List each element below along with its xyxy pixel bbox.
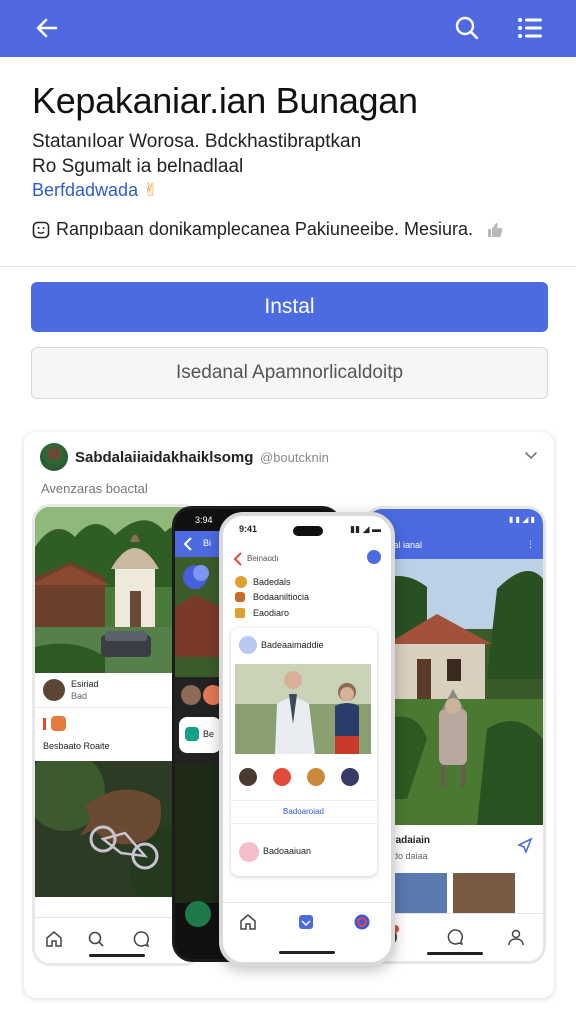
reaction-avatar[interactable] — [239, 768, 257, 786]
row-avatar — [43, 679, 65, 701]
card-user-handle: @boutcknin — [260, 450, 329, 465]
status-icons: ▮ ▮ ◢ ▮ — [508, 515, 535, 524]
list-item[interactable]: Eaodiaro — [253, 608, 289, 618]
post-photo — [235, 664, 371, 754]
status-time: 3:94 — [195, 515, 213, 525]
chat-icon[interactable] — [447, 928, 465, 946]
reaction-heart[interactable] — [273, 768, 291, 786]
menu-icon[interactable]: ⋮ — [526, 539, 535, 550]
install-button[interactable]: Instal — [31, 282, 548, 332]
list-icon-3 — [235, 608, 245, 618]
back-icon[interactable] — [181, 536, 195, 552]
reaction-avatar[interactable] — [307, 768, 325, 786]
row-chip: Be — [179, 717, 221, 753]
list-icon-2 — [235, 592, 245, 602]
smiley-icon — [32, 221, 50, 238]
chevron-down-icon[interactable] — [522, 446, 540, 464]
status-icons: ▮▮ ◢ ▬ — [350, 524, 381, 534]
back-icon[interactable] — [233, 552, 243, 566]
profile-icon[interactable] — [507, 928, 525, 946]
top-app-bar — [0, 0, 576, 57]
screenshot-center[interactable]: 9:41 ▮▮ ◢ ▬ Beinaodı Badedals Bodaanilti… — [219, 512, 395, 966]
secondary-button[interactable]: Isedanal Apamnorlicaldoitp — [31, 347, 548, 399]
reaction-bar-label: Badoaroiad — [283, 807, 324, 816]
chat-icon[interactable] — [133, 930, 151, 948]
leaf-fab[interactable] — [185, 901, 211, 927]
feature-text: Rапрıbaan donikamplecanea Pakiuneeibe. M… — [56, 219, 474, 239]
chip-icon — [185, 727, 199, 741]
row-avatar — [181, 685, 201, 705]
search-icon[interactable] — [87, 930, 105, 948]
inbox-icon[interactable] — [297, 913, 315, 931]
card-caption: Avenzaras boactal — [41, 481, 148, 496]
search-icon — [455, 16, 479, 40]
thumbs-icon — [488, 222, 503, 237]
chat-icon — [51, 716, 66, 731]
menu-icon — [518, 18, 542, 38]
dynamic-island — [293, 526, 323, 536]
back-button[interactable] — [27, 8, 67, 48]
back-label: Beinaodı — [247, 554, 279, 563]
row-sub: Bad — [71, 691, 88, 701]
post-title: Badeaaimaddie — [261, 640, 324, 650]
developer-name: Berfdadwada — [32, 180, 139, 200]
list-icon-1 — [235, 576, 247, 588]
row-name: Esiriad — [71, 679, 99, 689]
bookmark-icon — [43, 718, 46, 730]
preview-card: Sabdalaiiaidakhaiklsomg @boutcknin Avenz… — [24, 432, 554, 998]
bottom-nav — [223, 902, 391, 962]
avatar[interactable] — [40, 443, 68, 471]
app-subtitle-2: Ro Sgumalt ia belnadlaal — [32, 156, 244, 177]
profile-icon[interactable] — [353, 913, 371, 931]
header-letter: Bi — [203, 538, 212, 548]
home-icon[interactable] — [45, 930, 63, 948]
reaction-avatar[interactable] — [341, 768, 359, 786]
reaction-bar[interactable]: Badoaroiad — [231, 800, 377, 824]
post-avatar — [239, 636, 257, 654]
footer-icon — [239, 842, 259, 862]
compose-icon[interactable] — [367, 550, 381, 564]
footer-label: Badoaaiuan — [263, 846, 312, 856]
row-label: Besbaato Roaite — [43, 741, 110, 751]
home-indicator — [427, 952, 483, 955]
card-user-name[interactable]: Sabdalaiiaidakhaiklsomg — [75, 449, 253, 466]
menu-button[interactable] — [510, 8, 550, 48]
hand-icon: ✌ — [143, 180, 159, 200]
list-item[interactable]: Bodaaniltiocia — [253, 592, 309, 602]
send-icon[interactable] — [517, 837, 533, 853]
list-item[interactable]: Badedals — [253, 577, 291, 587]
home-icon[interactable] — [239, 913, 257, 931]
home-indicator — [279, 951, 335, 954]
app-subtitle: Statanıloar Worosa. Bdckhastibraptkan — [32, 131, 362, 152]
search-button[interactable] — [447, 8, 487, 48]
status-time: 9:41 — [239, 524, 258, 534]
thumb-2 — [453, 873, 515, 913]
home-indicator — [89, 954, 145, 957]
post-card[interactable]: Badeaaimaddie Badoaroiad Badoaaiuan — [231, 628, 377, 876]
feature-row: Rапрıbaan donikamplecanea Pakiuneeibe. M… — [32, 219, 505, 240]
chip-label: Be — [203, 729, 215, 739]
app-title: Kepakaniar.ian Bunagan — [32, 80, 418, 121]
divider — [0, 266, 576, 267]
arrow-left-icon — [36, 18, 58, 38]
developer-link[interactable]: Berfdadwada ✌ — [32, 180, 158, 201]
